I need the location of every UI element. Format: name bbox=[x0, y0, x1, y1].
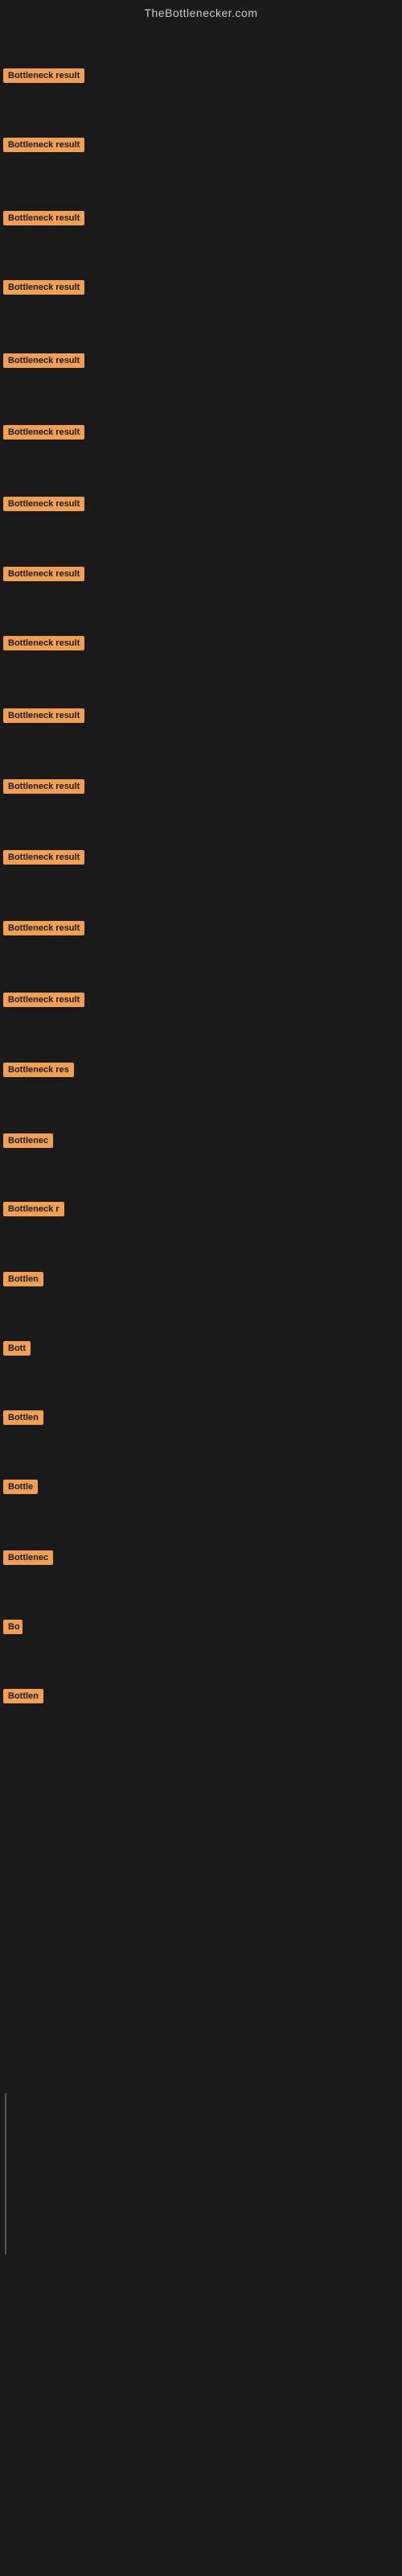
bottleneck-badge[interactable]: Bottlenec bbox=[3, 1133, 53, 1148]
bottleneck-badge[interactable]: Bottlenec bbox=[3, 1550, 53, 1565]
list-item[interactable]: Bottleneck result bbox=[3, 779, 84, 798]
site-header: TheBottlenecker.com bbox=[0, 0, 402, 23]
bottleneck-badge[interactable]: Bottlen bbox=[3, 1689, 43, 1703]
list-item[interactable]: Bottleneck res bbox=[3, 1063, 74, 1081]
bottleneck-badge[interactable]: Bottleneck result bbox=[3, 779, 84, 794]
bottleneck-badge[interactable]: Bottleneck result bbox=[3, 708, 84, 723]
list-item[interactable]: Bottleneck result bbox=[3, 921, 84, 939]
list-item[interactable]: Bottleneck result bbox=[3, 567, 84, 585]
bottleneck-badge[interactable]: Bottleneck result bbox=[3, 280, 84, 295]
bottleneck-badge[interactable]: Bottleneck result bbox=[3, 850, 84, 865]
list-item[interactable]: Bottleneck result bbox=[3, 993, 84, 1011]
bottleneck-badge[interactable]: Bottlen bbox=[3, 1410, 43, 1425]
bottleneck-badge[interactable]: Bottleneck result bbox=[3, 211, 84, 225]
site-title: TheBottlenecker.com bbox=[0, 0, 402, 23]
list-item[interactable]: Bottlenec bbox=[3, 1133, 53, 1152]
list-item[interactable]: Bottleneck result bbox=[3, 353, 84, 372]
list-item[interactable]: Bottleneck result bbox=[3, 636, 84, 654]
list-item[interactable]: Bottleneck result bbox=[3, 211, 84, 229]
list-item[interactable]: Bottlen bbox=[3, 1410, 43, 1429]
list-item[interactable]: Bottlen bbox=[3, 1272, 43, 1290]
list-item[interactable]: Bottleneck r bbox=[3, 1202, 64, 1220]
bottleneck-badge[interactable]: Bottleneck result bbox=[3, 353, 84, 368]
list-item[interactable]: Bottlenec bbox=[3, 1550, 53, 1569]
list-item[interactable]: Bottleneck result bbox=[3, 425, 84, 444]
bottleneck-badge[interactable]: Bottleneck r bbox=[3, 1202, 64, 1216]
list-item[interactable]: Bottlen bbox=[3, 1689, 43, 1707]
bottleneck-badge[interactable]: Bottleneck result bbox=[3, 993, 84, 1007]
list-item[interactable]: Bott bbox=[3, 1341, 31, 1360]
list-item[interactable]: Bo bbox=[3, 1620, 23, 1638]
list-item[interactable]: Bottleneck result bbox=[3, 708, 84, 727]
bottleneck-badge[interactable]: Bottleneck result bbox=[3, 567, 84, 581]
list-item[interactable]: Bottleneck result bbox=[3, 138, 84, 156]
bottleneck-badge[interactable]: Bottleneck result bbox=[3, 921, 84, 935]
vertical-line bbox=[5, 2093, 6, 2254]
bottleneck-badge[interactable]: Bo bbox=[3, 1620, 23, 1634]
bottleneck-badge[interactable]: Bottleneck result bbox=[3, 425, 84, 440]
bottleneck-badge[interactable]: Bottle bbox=[3, 1480, 38, 1494]
bottleneck-badge[interactable]: Bott bbox=[3, 1341, 31, 1356]
bottleneck-badge[interactable]: Bottleneck result bbox=[3, 68, 84, 83]
list-item[interactable]: Bottleneck result bbox=[3, 850, 84, 869]
bottleneck-list: Bottleneck result Bottleneck result Bottle… bbox=[0, 23, 402, 2116]
bottleneck-badge[interactable]: Bottleneck result bbox=[3, 636, 84, 650]
list-item[interactable]: Bottle bbox=[3, 1480, 38, 1498]
list-item[interactable]: Bottleneck result bbox=[3, 497, 84, 515]
bottleneck-badge[interactable]: Bottlen bbox=[3, 1272, 43, 1286]
list-item[interactable]: Bottleneck result bbox=[3, 68, 84, 87]
bottleneck-badge[interactable]: Bottleneck result bbox=[3, 138, 84, 152]
bottleneck-badge[interactable]: Bottleneck result bbox=[3, 497, 84, 511]
bottleneck-badge[interactable]: Bottleneck res bbox=[3, 1063, 74, 1077]
list-item[interactable]: Bottleneck result bbox=[3, 280, 84, 299]
